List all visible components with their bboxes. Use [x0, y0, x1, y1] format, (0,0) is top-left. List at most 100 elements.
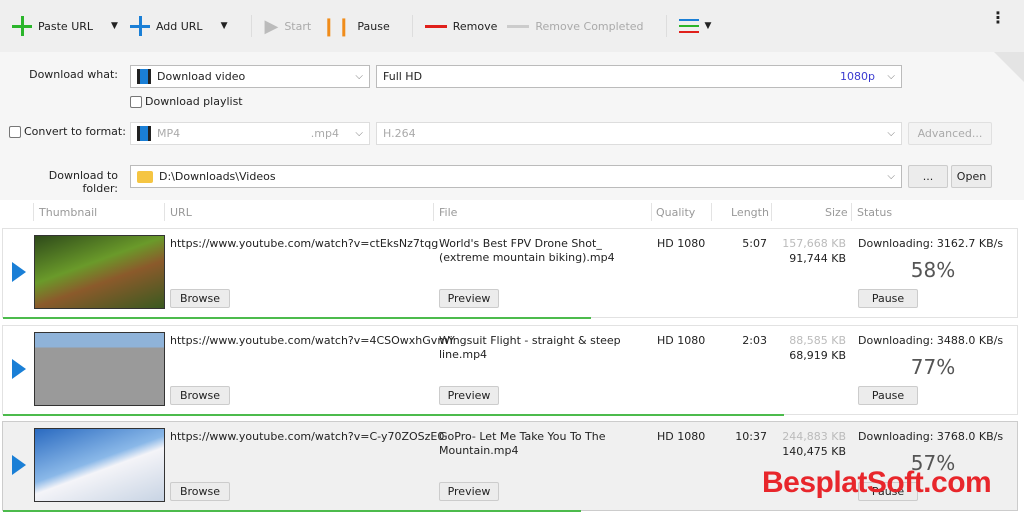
column-length[interactable]: Length — [731, 206, 769, 219]
pause-icon: ❙❙ — [321, 15, 352, 37]
codec-select[interactable]: H.264 ⌵ — [376, 122, 902, 145]
column-url[interactable]: URL — [170, 206, 192, 219]
browse-button[interactable]: Browse — [170, 386, 230, 405]
quality: HD 1080 — [657, 334, 706, 347]
paste-url-label: Paste URL — [38, 19, 94, 33]
download-row[interactable]: https://www.youtube.com/watch?v=ctEksNz7… — [2, 228, 1018, 319]
file-name: World's Best FPV Drone Shot_ (extreme mo… — [439, 237, 615, 264]
paste-url-button[interactable]: Paste URL — [12, 16, 93, 36]
file-name: Wingsuit Flight - straight & steep line.… — [439, 334, 621, 361]
remove-label: Remove — [452, 19, 498, 33]
download-what-label: Download what: — [29, 68, 118, 81]
video-thumbnail — [34, 428, 165, 502]
browse-button[interactable]: Browse — [170, 289, 230, 308]
total-size: 157,668 KB — [782, 237, 846, 250]
video-url: https://www.youtube.com/watch?v=C-y70ZOS… — [170, 430, 445, 443]
remove-completed-label: Remove Completed — [535, 19, 644, 33]
chevron-down-icon: ⌵ — [887, 171, 895, 182]
start-label: Start — [284, 19, 312, 33]
browse-button[interactable]: Browse — [170, 482, 230, 501]
percent-complete: 58% — [910, 258, 956, 282]
video-url: https://www.youtube.com/watch?v=4CSOwxhG… — [170, 334, 455, 347]
collapse-corner[interactable] — [994, 52, 1024, 82]
quality-resolution: 1080p — [840, 70, 875, 83]
length: 2:03 — [742, 334, 767, 347]
format-value: MP4 — [157, 127, 181, 140]
progress-bar — [3, 414, 784, 416]
column-thumbnail[interactable]: Thumbnail — [39, 206, 97, 219]
download-status: Downloading: 3768.0 KB/s — [858, 430, 1004, 443]
total-size: 88,585 KB — [789, 334, 846, 347]
remove-button[interactable]: Remove — [424, 19, 498, 33]
chevron-down-icon: ⌵ — [355, 128, 363, 139]
length: 5:07 — [742, 237, 767, 250]
video-url: https://www.youtube.com/watch?v=ctEksNz7… — [170, 237, 439, 250]
paste-url-dropdown-icon[interactable]: ▼ — [111, 21, 118, 31]
folder-value: D:\Downloads\Videos — [159, 170, 276, 183]
download-row[interactable]: https://www.youtube.com/watch?v=4CSOwxhG… — [2, 325, 1018, 416]
length: 10:37 — [735, 430, 767, 443]
play-icon[interactable] — [12, 262, 26, 282]
downloaded-size: 68,919 KB — [789, 349, 846, 362]
percent-complete: 77% — [910, 355, 956, 379]
preview-button[interactable]: Preview — [439, 386, 499, 405]
column-headers: Thumbnail URL File Quality Length Size S… — [0, 200, 1024, 224]
more-menu-icon[interactable]: ⋮ — [990, 10, 1006, 26]
preview-button[interactable]: Preview — [439, 482, 499, 501]
remove-completed-button[interactable]: Remove Completed — [507, 19, 644, 33]
convert-format-checkbox[interactable]: Convert to format: — [9, 125, 126, 138]
chevron-down-icon: ⌵ — [887, 71, 895, 82]
preview-button[interactable]: Preview — [439, 289, 499, 308]
settings-panel: Download what: Download video ⌵ Full HD 10… — [0, 52, 1024, 200]
quality-select[interactable]: Full HD 1080p ⌵ — [376, 65, 902, 88]
download-status: Downloading: 3488.0 KB/s — [858, 334, 1004, 347]
convert-format-label: Convert to format: — [24, 125, 126, 138]
chevron-down-icon: ⌵ — [887, 128, 895, 139]
column-quality[interactable]: Quality — [656, 206, 695, 219]
download-what-value: Download video — [157, 70, 246, 83]
file-name: GoPro- Let Me Take You To The Mountain.m… — [439, 430, 606, 457]
column-status[interactable]: Status — [857, 206, 892, 219]
open-folder-button[interactable]: Open — [951, 165, 992, 188]
video-thumbnail — [34, 332, 165, 406]
checkbox-icon — [130, 96, 142, 108]
download-what-select[interactable]: Download video ⌵ — [130, 65, 370, 88]
view-menu-button[interactable]: ▼ — [678, 19, 712, 33]
play-icon: ▶ — [264, 15, 279, 37]
play-icon[interactable] — [12, 359, 26, 379]
watermark: BesplatSoft.com — [762, 466, 992, 499]
divider — [411, 15, 413, 37]
download-status: Downloading: 3162.7 KB/s — [858, 237, 1004, 250]
pause-button[interactable]: ❙❙ Pause — [321, 16, 390, 37]
chevron-down-icon: ⌵ — [355, 71, 363, 82]
progress-bar — [3, 510, 581, 512]
plus-green-icon — [12, 16, 32, 36]
play-icon[interactable] — [12, 455, 26, 475]
lines-icon — [678, 19, 699, 33]
divider — [665, 15, 667, 37]
add-url-dropdown-icon[interactable]: ▼ — [221, 21, 228, 31]
quality: HD 1080 — [657, 237, 706, 250]
folder-icon — [137, 170, 153, 183]
codec-value: H.264 — [383, 127, 416, 140]
pause-download-button[interactable]: Pause — [858, 289, 918, 308]
format-select[interactable]: MP4 .mp4 ⌵ — [130, 122, 370, 145]
start-button[interactable]: ▶ Start — [264, 16, 311, 37]
browse-folder-button[interactable]: ... — [908, 165, 948, 188]
film-icon — [137, 69, 151, 84]
download-playlist-label: Download playlist — [145, 95, 243, 108]
toolbar: Paste URL ▼ Add URL ▼ ▶ Start ❙❙ Pause Rem… — [0, 0, 1024, 52]
chevron-down-icon: ▼ — [704, 21, 712, 31]
add-url-label: Add URL — [155, 19, 203, 33]
checkbox-icon — [9, 126, 21, 138]
download-playlist-checkbox[interactable]: Download playlist — [130, 95, 243, 108]
column-size[interactable]: Size — [825, 206, 848, 219]
folder-select[interactable]: D:\Downloads\Videos ⌵ — [130, 165, 902, 188]
pause-download-button[interactable]: Pause — [858, 386, 918, 405]
add-url-button[interactable]: Add URL — [129, 16, 203, 36]
column-file[interactable]: File — [439, 206, 457, 219]
progress-bar — [3, 317, 592, 319]
total-size: 244,883 KB — [782, 430, 846, 443]
quality-value: Full HD — [383, 70, 423, 83]
advanced-button[interactable]: Advanced... — [908, 122, 992, 145]
